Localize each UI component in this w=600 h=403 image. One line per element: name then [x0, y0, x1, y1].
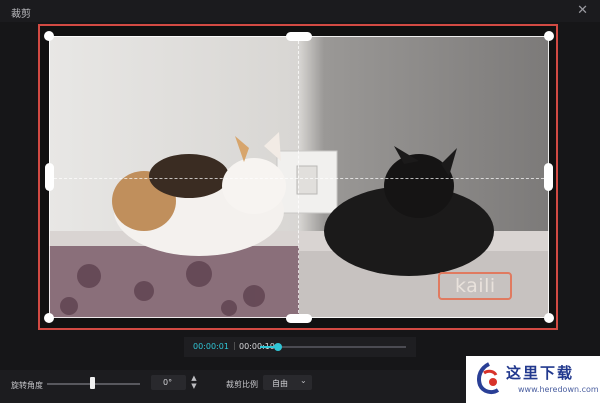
logo-chinese-text: 这里下载: [506, 364, 575, 382]
crop-handle-bottom-left[interactable]: [44, 313, 54, 323]
watermark-highlight-box: kaili: [438, 272, 512, 300]
timeline-scrubber-handle[interactable]: [274, 343, 282, 351]
crop-handle-top-left[interactable]: [44, 31, 54, 41]
rotation-slider-handle[interactable]: [90, 377, 95, 389]
crop-ratio-value: 自由: [272, 379, 288, 388]
site-logo: 这里下载 www.heredown.com: [466, 356, 600, 403]
logo-url-text: www.heredown.com: [518, 385, 599, 394]
stepper-icon[interactable]: ▲ ▼: [189, 374, 199, 391]
crop-handle-left[interactable]: [45, 163, 54, 191]
logo-mark-icon: [477, 362, 500, 395]
crop-ratio-select[interactable]: 自由 ⌄: [263, 375, 312, 390]
watermark-text: kaili: [455, 275, 496, 297]
chevron-down-icon: ⌄: [300, 376, 307, 385]
crop-handle-bottom-right[interactable]: [544, 313, 554, 323]
crop-ratio-label: 裁剪比例: [226, 380, 258, 389]
rotation-value-input[interactable]: 0°: [151, 375, 186, 390]
time-separator: |: [233, 341, 236, 350]
crop-handle-right[interactable]: [544, 163, 553, 191]
title-bar: 裁剪 ✕: [0, 0, 600, 22]
dialog-title: 裁剪: [11, 9, 31, 20]
rotation-value: 0°: [163, 378, 173, 387]
rotation-label: 旋转角度: [11, 381, 43, 390]
current-time: 00:00:01: [193, 342, 229, 351]
crop-grid-line-vertical: [298, 36, 299, 318]
crop-handle-top-right[interactable]: [544, 31, 554, 41]
playback-timeline: 00:00:01 | 00:00:19: [184, 337, 416, 357]
crop-handle-top[interactable]: [286, 32, 312, 41]
close-icon[interactable]: ✕: [577, 3, 588, 18]
crop-grid-line-horizontal: [49, 178, 549, 179]
crop-handle-bottom[interactable]: [286, 314, 312, 323]
